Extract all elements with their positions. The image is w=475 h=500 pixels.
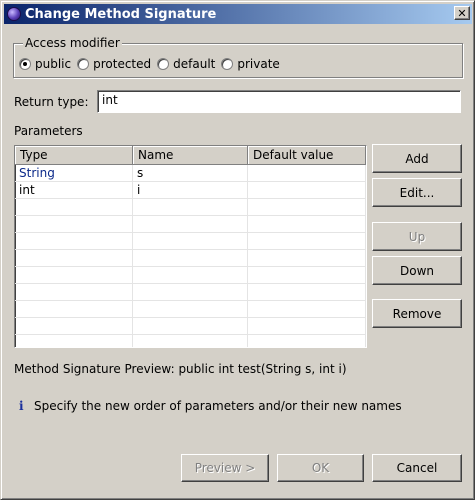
cell-type[interactable]: int	[15, 182, 133, 198]
title-bar[interactable]: Change Method Signature ✕	[4, 4, 472, 24]
column-header-name[interactable]: Name	[133, 146, 248, 165]
return-type-label: Return type:	[14, 95, 89, 109]
eclipse-icon	[7, 7, 21, 21]
table-row-empty	[15, 233, 366, 250]
info-message: Specify the new order of parameters and/…	[34, 399, 402, 413]
radio-protected-label: protected	[93, 57, 152, 71]
cell-name[interactable]: i	[133, 182, 248, 198]
table-row-empty	[15, 335, 366, 347]
close-button[interactable]: ✕	[454, 6, 470, 20]
access-modifier-options: public protected default private	[19, 57, 286, 71]
add-button[interactable]: Add	[372, 144, 462, 173]
table-header: Type Name Default value	[15, 146, 366, 165]
column-header-default-value[interactable]: Default value	[248, 146, 366, 165]
table-row[interactable]: int i	[15, 182, 366, 199]
change-method-signature-dialog: Change Method Signature ✕ Access modifie…	[0, 0, 475, 500]
parameters-label: Parameters	[14, 124, 83, 138]
table-row-empty	[15, 267, 366, 284]
radio-default-indicator[interactable]	[157, 58, 170, 70]
table-row-empty	[15, 318, 366, 335]
radio-private-indicator[interactable]	[221, 58, 234, 70]
ok-button[interactable]: OK	[277, 454, 364, 482]
remove-button[interactable]: Remove	[372, 299, 462, 328]
preview-button[interactable]: Preview >	[181, 454, 269, 482]
table-row-empty	[15, 301, 366, 318]
cell-default-value[interactable]	[248, 182, 366, 198]
access-modifier-legend: Access modifier	[23, 36, 122, 50]
parameters-table[interactable]: Type Name Default value String s int i	[14, 145, 367, 348]
up-button[interactable]: Up	[372, 222, 462, 251]
table-row-empty	[15, 284, 366, 301]
cell-name[interactable]: s	[133, 165, 248, 181]
radio-default-label: default	[173, 57, 216, 71]
radio-private-label: private	[237, 57, 280, 71]
table-row-empty	[15, 216, 366, 233]
radio-public-indicator[interactable]	[19, 58, 31, 70]
table-row[interactable]: String s	[15, 165, 366, 182]
method-signature-preview: Method Signature Preview: public int tes…	[14, 362, 347, 376]
radio-protected-indicator[interactable]	[77, 58, 90, 70]
cancel-button[interactable]: Cancel	[372, 454, 462, 482]
cell-default-value[interactable]	[248, 165, 366, 181]
cell-type[interactable]: String	[15, 165, 133, 181]
radio-private[interactable]: private	[221, 57, 280, 71]
radio-default[interactable]: default	[157, 57, 215, 71]
column-header-type[interactable]: Type	[15, 146, 133, 165]
info-icon: i	[19, 399, 24, 413]
edit-button[interactable]: Edit...	[372, 178, 462, 207]
access-modifier-group: Access modifier public protected default…	[13, 36, 463, 78]
table-row-empty	[15, 250, 366, 267]
radio-public[interactable]: public	[19, 57, 71, 71]
down-button[interactable]: Down	[372, 256, 462, 285]
return-type-field[interactable]: int	[97, 90, 461, 113]
radio-public-label: public	[35, 57, 72, 71]
window-title: Change Method Signature	[25, 6, 217, 22]
radio-protected[interactable]: protected	[77, 57, 151, 71]
table-row-empty	[15, 199, 366, 216]
